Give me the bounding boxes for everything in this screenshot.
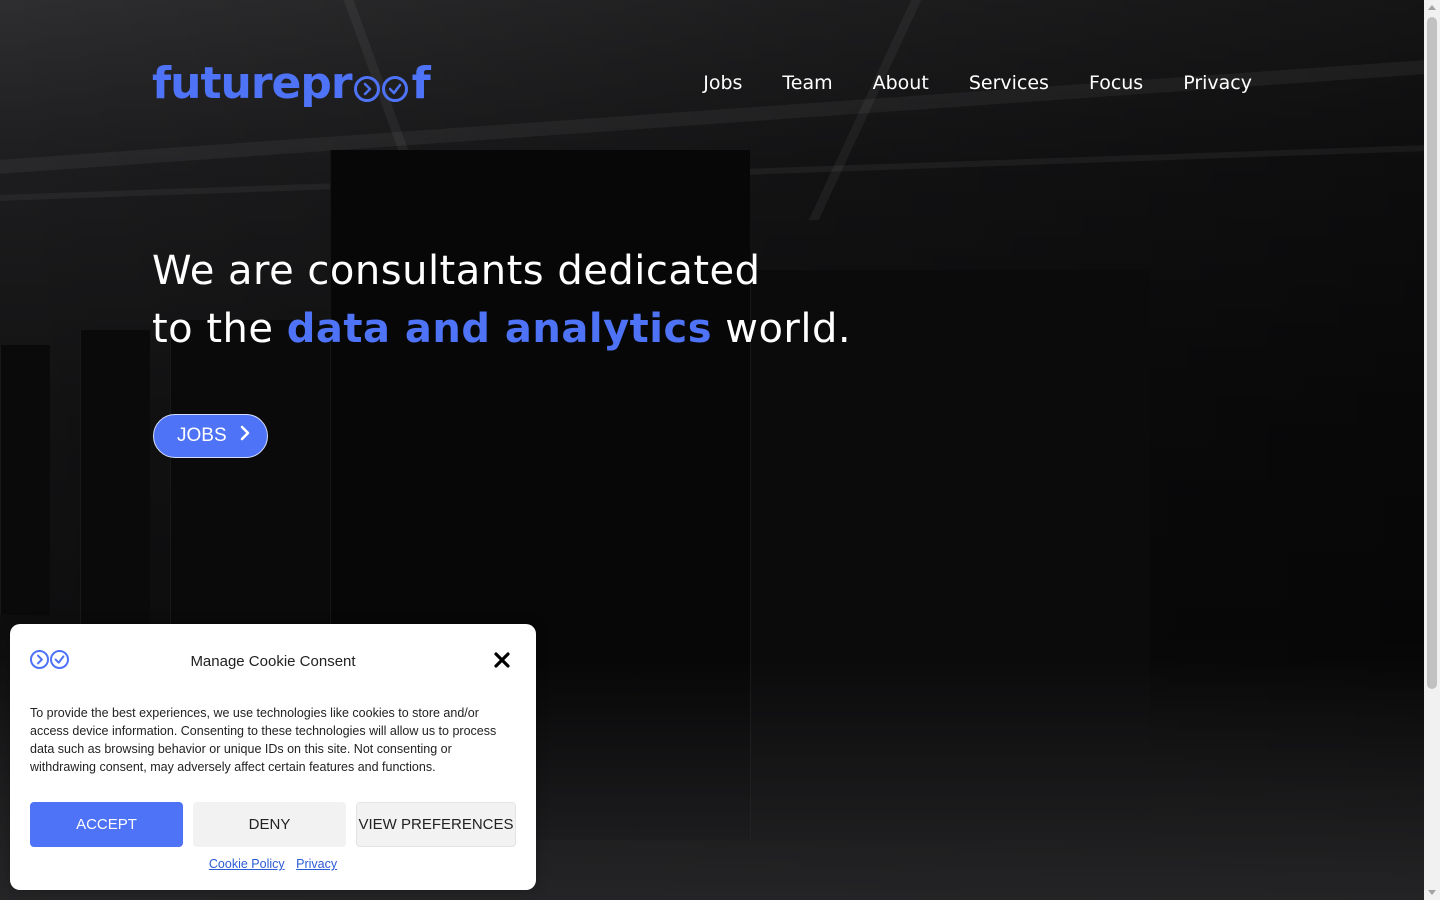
nav-about[interactable]: About bbox=[873, 70, 929, 96]
deny-button[interactable]: DENY bbox=[193, 802, 346, 847]
scrollbar[interactable] bbox=[1424, 0, 1440, 900]
logo-text-suffix: f bbox=[411, 58, 431, 109]
arrow-right-circle-icon bbox=[353, 76, 380, 102]
cookie-buttons: ACCEPT DENY VIEW PREFERENCES bbox=[30, 802, 516, 847]
nav-services[interactable]: Services bbox=[969, 70, 1049, 96]
site-logo[interactable]: futurepr f bbox=[152, 56, 431, 109]
nav-focus[interactable]: Focus bbox=[1089, 70, 1143, 96]
logo-icons bbox=[353, 76, 410, 102]
headline-line-2-post: world. bbox=[712, 306, 852, 352]
nav-privacy[interactable]: Privacy bbox=[1183, 70, 1252, 96]
cookie-title: Manage Cookie Consent bbox=[190, 653, 356, 670]
scroll-up-icon[interactable] bbox=[1428, 5, 1436, 10]
headline-line-1: We are consultants dedicated bbox=[152, 248, 761, 294]
scroll-thumb[interactable] bbox=[1427, 17, 1437, 689]
close-icon[interactable] bbox=[492, 650, 512, 670]
jobs-cta-button[interactable]: JOBS bbox=[153, 414, 268, 458]
headline-accent: data and analytics bbox=[286, 306, 713, 352]
chevron-right-icon bbox=[239, 425, 251, 447]
accept-button[interactable]: ACCEPT bbox=[30, 802, 183, 847]
cookie-links: Cookie Policy Privacy bbox=[10, 857, 536, 871]
check-circle-icon bbox=[381, 76, 408, 102]
cookie-policy-link[interactable]: Cookie Policy bbox=[209, 857, 285, 871]
main-nav: Jobs Team About Services Focus Privacy bbox=[663, 70, 1252, 96]
cookie-consent-dialog: Manage Cookie Consent To provide the bes… bbox=[10, 624, 536, 890]
cookie-body-text: To provide the best experiences, we use … bbox=[30, 706, 497, 774]
scroll-down-icon[interactable] bbox=[1428, 890, 1436, 895]
headline-line-2-pre: to the bbox=[152, 306, 287, 352]
view-preferences-button[interactable]: VIEW PREFERENCES bbox=[356, 802, 516, 847]
jobs-cta-label: JOBS bbox=[177, 425, 227, 446]
hero-headline: We are consultants dedicated to the data… bbox=[152, 242, 851, 358]
logo-text: futurepr bbox=[152, 58, 353, 109]
privacy-link[interactable]: Privacy bbox=[296, 857, 337, 871]
nav-team[interactable]: Team bbox=[782, 70, 832, 96]
nav-jobs[interactable]: Jobs bbox=[703, 70, 742, 96]
